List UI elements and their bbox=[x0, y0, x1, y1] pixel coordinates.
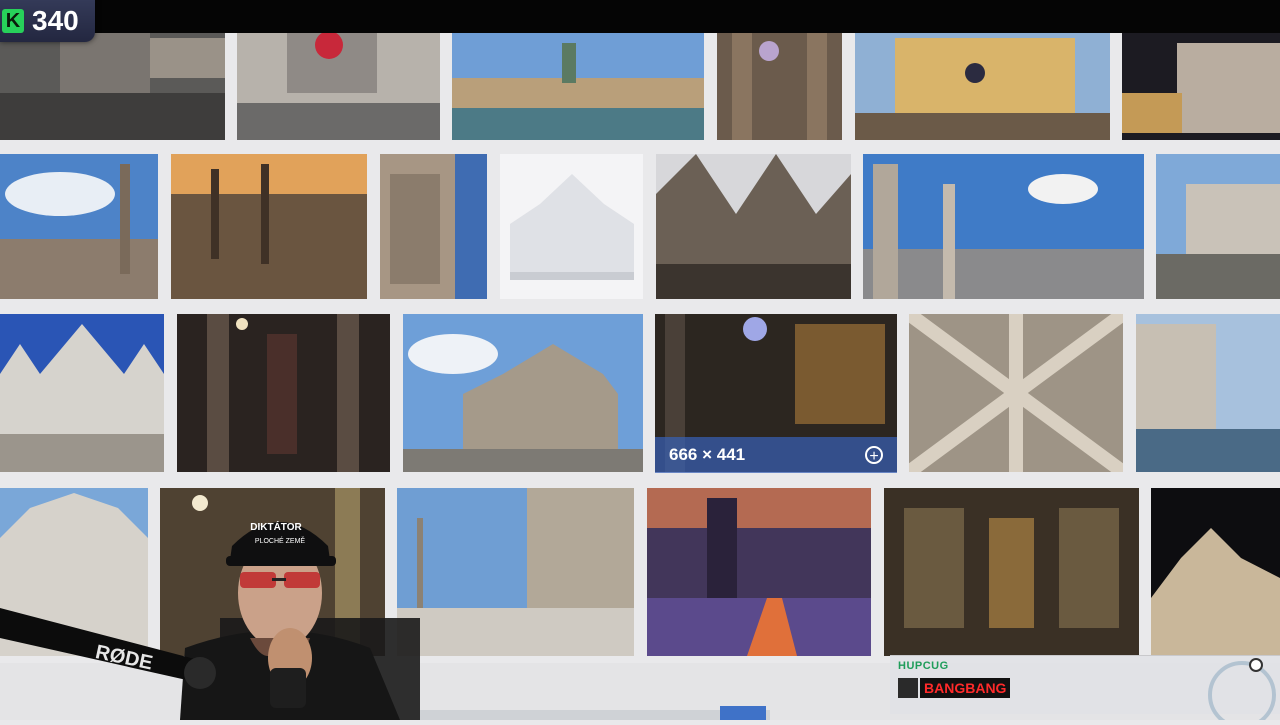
viewer-count-badge: K 340 bbox=[0, 0, 95, 42]
horizontal-scrollbar[interactable] bbox=[420, 710, 770, 720]
top-black-bar bbox=[0, 0, 1280, 33]
cap-text-top: DIKTÁTOR bbox=[250, 520, 302, 533]
image-thumb[interactable] bbox=[656, 154, 851, 299]
image-thumb[interactable] bbox=[177, 314, 390, 472]
streamer-webcam: DIKTÁTOR PLOCHÉ ZEMĚ RØDE bbox=[0, 498, 420, 720]
image-thumb[interactable] bbox=[397, 488, 634, 656]
image-thumb[interactable] bbox=[380, 154, 487, 299]
image-hover-info-bar[interactable]: 666 × 441 + bbox=[655, 437, 897, 473]
image-thumb[interactable] bbox=[1151, 488, 1280, 656]
image-thumb[interactable] bbox=[452, 33, 704, 140]
image-thumb[interactable] bbox=[0, 314, 164, 472]
image-thumb[interactable] bbox=[171, 154, 367, 299]
image-thumb[interactable] bbox=[717, 33, 842, 140]
zoom-plus-icon[interactable]: + bbox=[865, 446, 883, 465]
scrollbar-thumb[interactable] bbox=[720, 706, 766, 720]
chat-avatar bbox=[898, 678, 918, 698]
image-thumb[interactable] bbox=[647, 488, 871, 656]
image-thumb[interactable] bbox=[855, 33, 1110, 140]
image-thumb[interactable] bbox=[403, 314, 643, 472]
image-thumb[interactable] bbox=[1156, 154, 1280, 299]
image-thumb[interactable] bbox=[909, 314, 1123, 472]
cap-text-bottom: PLOCHÉ ZEMĚ bbox=[255, 536, 306, 545]
viewer-count: 340 bbox=[32, 5, 79, 36]
image-thumb[interactable] bbox=[237, 33, 440, 140]
viewer-k-icon: K bbox=[2, 9, 24, 33]
chat-username: HUPCUG bbox=[898, 660, 949, 672]
channel-logo-icon bbox=[1196, 655, 1280, 725]
image-thumb[interactable] bbox=[0, 33, 225, 140]
image-thumb[interactable] bbox=[0, 154, 158, 299]
image-thumb[interactable] bbox=[884, 488, 1139, 656]
image-thumb[interactable] bbox=[1122, 33, 1280, 140]
image-thumb[interactable] bbox=[863, 154, 1144, 299]
image-dimensions: 666 × 441 bbox=[669, 445, 746, 464]
image-thumb[interactable] bbox=[500, 154, 643, 299]
image-thumb[interactable] bbox=[1136, 314, 1280, 472]
chat-message: BANGBANG bbox=[920, 678, 1011, 698]
